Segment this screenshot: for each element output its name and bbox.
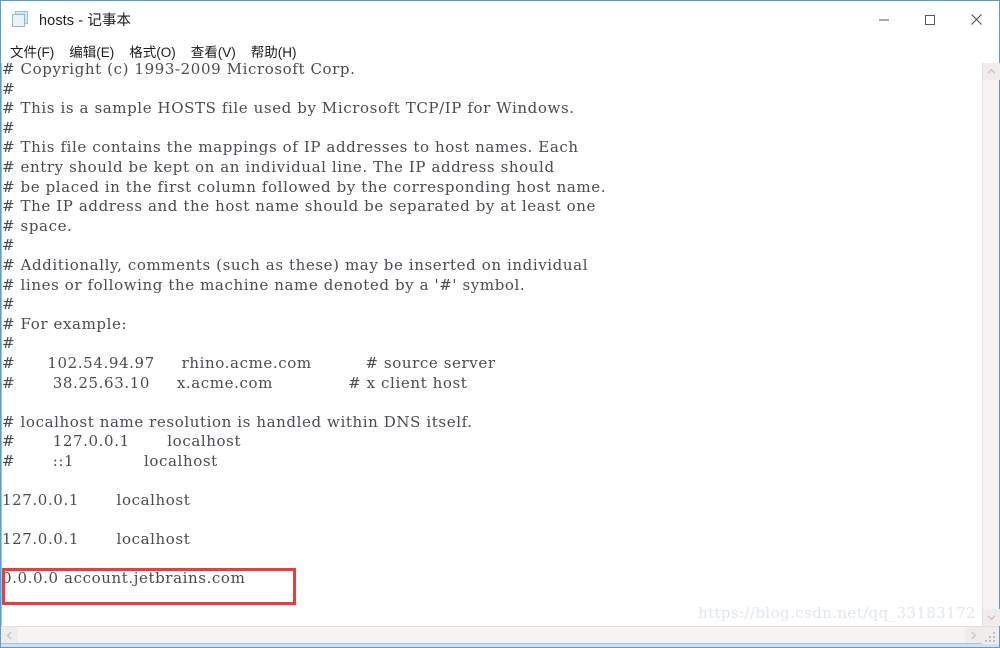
menu-item-file[interactable]: 文件(F) bbox=[10, 41, 54, 61]
text-editor-area[interactable]: # Copyright (c) 1993-2009 Microsoft Corp… bbox=[1, 63, 982, 626]
horizontal-scrollbar[interactable] bbox=[1, 626, 999, 644]
scroll-down-icon[interactable] bbox=[983, 609, 1000, 626]
menu-item-view[interactable]: 查看(V) bbox=[191, 41, 236, 61]
scroll-up-icon[interactable] bbox=[983, 63, 1000, 80]
resize-grip[interactable] bbox=[982, 627, 999, 644]
scroll-right-icon[interactable] bbox=[965, 627, 982, 644]
title-bar[interactable]: hosts - 记事本 bbox=[1, 1, 999, 38]
menu-bar: 文件(F) 编辑(E) 格式(O) 查看(V) 帮助(H) bbox=[1, 38, 999, 63]
menu-item-format[interactable]: 格式(O) bbox=[129, 41, 176, 61]
window-title: hosts - 记事本 bbox=[39, 13, 132, 29]
editor-region: # Copyright (c) 1993-2009 Microsoft Corp… bbox=[1, 63, 1000, 647]
scroll-left-icon[interactable] bbox=[1, 627, 18, 644]
notepad-icon bbox=[12, 10, 30, 29]
window-controls bbox=[861, 1, 999, 38]
minimize-button[interactable] bbox=[861, 1, 907, 38]
vertical-scrollbar[interactable] bbox=[982, 63, 1000, 626]
menu-item-help[interactable]: 帮助(H) bbox=[251, 41, 297, 61]
hosts-file-text[interactable]: # Copyright (c) 1993-2009 Microsoft Corp… bbox=[2, 63, 606, 589]
close-button[interactable] bbox=[953, 1, 999, 38]
menu-item-edit[interactable]: 编辑(E) bbox=[69, 41, 114, 61]
notepad-window: hosts - 记事本 文件(F) 编辑(E) 格式(O) 查看(V) 帮助(H… bbox=[0, 0, 1000, 648]
vertical-scroll-track[interactable] bbox=[983, 80, 999, 609]
editor-row: # Copyright (c) 1993-2009 Microsoft Corp… bbox=[1, 63, 1000, 626]
bottom-accent-bar bbox=[1, 643, 999, 647]
maximize-button[interactable] bbox=[907, 1, 953, 38]
watermark-text: https://blog.csdn.net/qq_33183172 bbox=[698, 604, 976, 622]
horizontal-scroll-track[interactable] bbox=[18, 627, 965, 643]
